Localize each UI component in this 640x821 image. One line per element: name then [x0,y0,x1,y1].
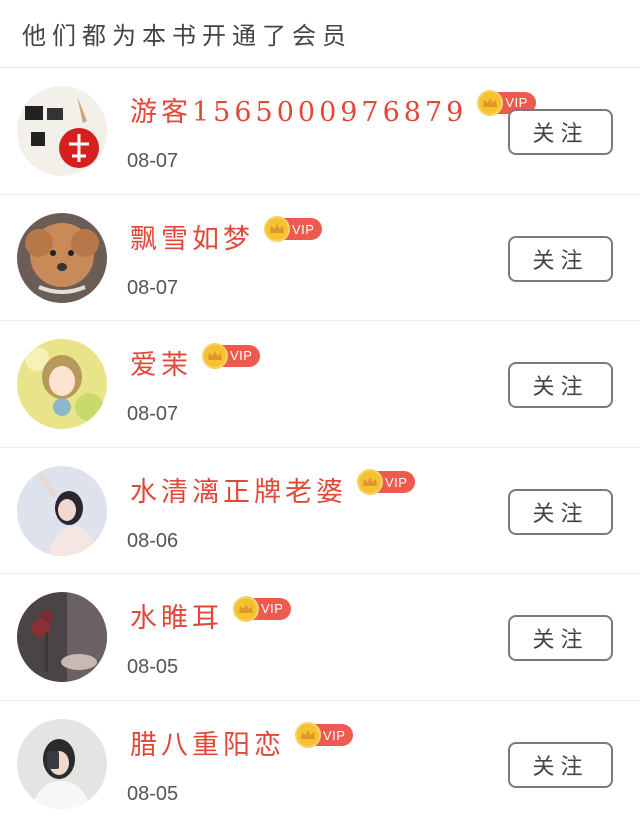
vip-label: VIP [323,727,346,743]
list-item[interactable]: 水睢耳 VIP 08-05 关注 [0,574,640,701]
vip-label: VIP [261,601,284,616]
member-list: 游客1565000976879 VIP 08-07 关注 飘雪如梦 VIP 08… [0,68,640,821]
list-item[interactable]: 腊八重阳恋 VIP 08-05 关注 [0,701,640,821]
crown-icon [477,89,504,116]
list-item[interactable]: 游客1565000976879 VIP 08-07 关注 [0,68,640,195]
member-date: 08-06 [127,529,179,552]
member-name-row: 爱茉 VIP [130,342,261,382]
vip-label: VIP [385,474,408,490]
member-name[interactable]: 水清漓正牌老婆 [130,470,347,509]
member-name[interactable]: 水睢耳 [130,596,223,635]
follow-button[interactable]: 关注 [508,741,613,788]
vip-label: VIP [292,221,315,237]
avatar-dark-still-life-image [17,592,107,682]
member-name[interactable]: 游客1565000976879 [130,90,467,129]
list-item[interactable]: 飘雪如梦 VIP 08-07 关注 [0,195,640,321]
vip-badge: VIP [233,595,292,622]
avatar[interactable] [17,86,107,176]
follow-button[interactable]: 关注 [508,362,613,408]
member-date: 08-07 [127,403,179,425]
member-name-row: 水睢耳 VIP [130,595,292,635]
vip-badge: VIP [295,722,354,748]
member-name-row: 飘雪如梦 VIP [130,216,323,256]
vip-label: VIP [505,95,528,110]
crown-icon [357,469,383,495]
member-date: 08-05 [127,656,179,678]
avatar[interactable] [17,339,107,429]
page-header: 他们都为本书开通了会员 [0,0,640,68]
avatar-poodle-image [17,212,107,303]
follow-button[interactable]: 关注 [508,235,613,282]
vip-badge: VIP [357,469,416,495]
avatar[interactable] [17,212,107,303]
crown-icon [264,216,290,242]
crown-icon [202,342,228,369]
member-name[interactable]: 爱茉 [130,343,192,382]
avatar[interactable] [17,592,107,682]
member-name[interactable]: 腊八重阳恋 [130,723,285,762]
avatar-anime-girl-image [17,339,107,429]
vip-badge: VIP [202,342,261,369]
member-name-row: 水清漓正牌老婆 VIP [130,469,416,509]
avatar-selfie-image [17,718,107,809]
list-item[interactable]: 水清漓正牌老婆 VIP 08-06 关注 [0,448,640,574]
avatar-woman-photo-image [17,465,107,556]
vip-badge: VIP [264,216,323,242]
crown-icon [233,595,259,622]
follow-button[interactable]: 关注 [508,109,613,155]
member-date: 08-07 [127,150,179,172]
avatar[interactable] [17,718,107,809]
list-item[interactable]: 爱茉 VIP 08-07 关注 [0,321,640,448]
page-title: 他们都为本书开通了会员 [22,22,352,50]
avatar-calligraphy-image [17,86,107,176]
follow-button[interactable]: 关注 [508,615,613,661]
member-name[interactable]: 飘雪如梦 [130,217,254,256]
avatar[interactable] [17,465,107,556]
follow-button[interactable]: 关注 [508,488,613,535]
crown-icon [295,722,321,748]
vip-label: VIP [230,348,253,363]
member-date: 08-05 [127,782,179,805]
member-date: 08-07 [127,276,179,299]
member-name-row: 游客1565000976879 VIP [130,89,536,129]
member-name-row: 腊八重阳恋 VIP [130,722,354,762]
